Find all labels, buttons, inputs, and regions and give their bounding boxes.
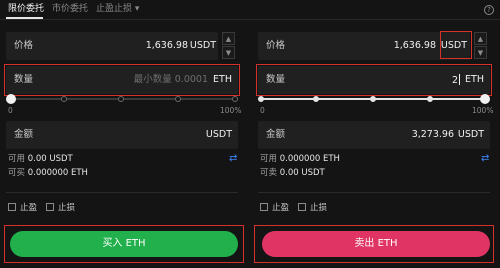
sell-price-label: 价格 <box>266 40 286 51</box>
buy-price-unit: USDT <box>189 40 216 51</box>
buy-quantity-label: 数量 <box>14 74 34 85</box>
buy-max-value: 0.000000 ETH <box>27 168 88 178</box>
buy-amount-label: 金额 <box>14 129 34 140</box>
sell-quantity-value: 2 <box>451 75 458 86</box>
buy-amount-unit: USDT <box>205 129 232 140</box>
slider-knob[interactable] <box>480 94 490 104</box>
buy-stop-loss-checkbox[interactable]: 止损 <box>46 203 75 214</box>
buy-button[interactable]: 买入 ETH <box>10 231 238 257</box>
sell-stop-loss-label: 止损 <box>310 203 328 213</box>
tab-market-order[interactable]: 市价委托 <box>52 3 88 15</box>
buy-stop-loss-label: 止损 <box>58 203 76 213</box>
buy-percent-slider[interactable] <box>6 93 238 105</box>
text-cursor <box>459 74 460 85</box>
order-type-tabs: 限价委托 市价委托 止盈止损 ▾ ? <box>0 0 500 20</box>
buy-available: 可用 0.00 USDT <box>8 154 73 165</box>
buy-available-label: 可用 <box>8 154 26 164</box>
sell-price-stepper: ▲ ▼ <box>474 32 487 60</box>
sell-percent-slider[interactable] <box>258 93 490 105</box>
slider-step[interactable] <box>232 96 238 102</box>
sell-button[interactable]: 卖出 ETH <box>262 231 490 257</box>
buy-price-stepper: ▲ ▼ <box>222 32 235 60</box>
sell-price-unit: USDT <box>440 40 467 51</box>
slider-step[interactable] <box>61 96 67 102</box>
sell-available-label: 可用 <box>260 154 278 164</box>
buy-take-profit-checkbox[interactable]: 止盈 <box>8 203 37 214</box>
buy-quantity-unit: ETH <box>213 74 232 85</box>
sell-available-value: 0.000000 ETH <box>279 154 340 164</box>
sell-percent-max: 100% <box>472 106 494 115</box>
sell-available: 可用 0.000000 ETH <box>260 154 340 165</box>
sell-amount-field[interactable]: 金额 3,273.96 USDT <box>258 121 490 149</box>
decrement-icon[interactable]: ▼ <box>474 46 487 59</box>
decrement-icon[interactable]: ▼ <box>222 46 235 59</box>
sell-stop-loss-checkbox[interactable]: 止损 <box>298 203 327 214</box>
sell-take-profit-label: 止盈 <box>272 203 290 213</box>
sell-quantity-field[interactable]: 数量 2 ETH <box>258 66 490 94</box>
tab-stop-order[interactable]: 止盈止损 ▾ <box>96 3 139 15</box>
active-tab-indicator <box>6 17 43 19</box>
tab-stop-label: 止盈止损 <box>96 4 133 14</box>
buy-take-profit-label: 止盈 <box>20 203 38 213</box>
slider-step[interactable] <box>118 96 124 102</box>
checkbox-icon <box>298 203 306 211</box>
sell-amount-unit: USDT <box>457 129 484 140</box>
sell-quantity-unit: ETH <box>465 74 484 85</box>
buy-price-value: 1,636.98 <box>145 40 188 51</box>
buy-amount-field[interactable]: 金额 USDT <box>6 121 238 149</box>
checkbox-icon <box>8 203 16 211</box>
transfer-icon[interactable]: ⇄ <box>481 154 489 164</box>
sell-amount-value: 3,273.96 <box>411 129 454 140</box>
sell-quantity-input[interactable]: 2 <box>452 74 460 87</box>
slider-step[interactable] <box>258 96 264 102</box>
sell-max-amount: 可卖 0.00 USDT <box>260 168 325 179</box>
sell-price-field[interactable]: 价格 1,636.98 USDT <box>258 32 470 60</box>
buy-price-field[interactable]: 价格 1,636.98 USDT <box>6 32 218 60</box>
slider-step[interactable] <box>175 96 181 102</box>
chevron-down-icon: ▾ <box>134 4 140 14</box>
buy-available-value: 0.00 USDT <box>27 154 73 164</box>
divider <box>6 192 238 193</box>
divider <box>258 192 490 193</box>
checkbox-icon <box>260 203 268 211</box>
help-icon[interactable]: ? <box>484 5 494 15</box>
sell-max-label: 可卖 <box>260 168 278 178</box>
sell-price-value: 1,636.98 <box>393 40 436 51</box>
slider-step[interactable] <box>370 96 376 102</box>
sell-take-profit-checkbox[interactable]: 止盈 <box>260 203 289 214</box>
buy-max-amount: 可买 0.000000 ETH <box>8 168 88 179</box>
checkbox-icon <box>46 203 54 211</box>
transfer-icon[interactable]: ⇄ <box>229 154 237 164</box>
sell-percent-min: 0 <box>260 106 265 115</box>
slider-knob[interactable] <box>6 94 16 104</box>
buy-quantity-input[interactable]: 最小数量 0.0001 <box>134 74 208 86</box>
buy-quantity-field[interactable]: 数量 最小数量 0.0001 ETH <box>6 66 238 94</box>
increment-icon[interactable]: ▲ <box>222 32 235 45</box>
sell-quantity-label: 数量 <box>266 74 286 85</box>
sell-max-value: 0.00 USDT <box>279 168 325 178</box>
buy-percent-min: 0 <box>8 106 13 115</box>
tab-limit-order[interactable]: 限价委托 <box>8 3 44 15</box>
sell-amount-label: 金额 <box>266 129 286 140</box>
slider-step[interactable] <box>427 96 433 102</box>
buy-percent-max: 100% <box>220 106 242 115</box>
buy-max-label: 可买 <box>8 168 26 178</box>
slider-step[interactable] <box>313 96 319 102</box>
buy-price-label: 价格 <box>14 40 34 51</box>
increment-icon[interactable]: ▲ <box>474 32 487 45</box>
